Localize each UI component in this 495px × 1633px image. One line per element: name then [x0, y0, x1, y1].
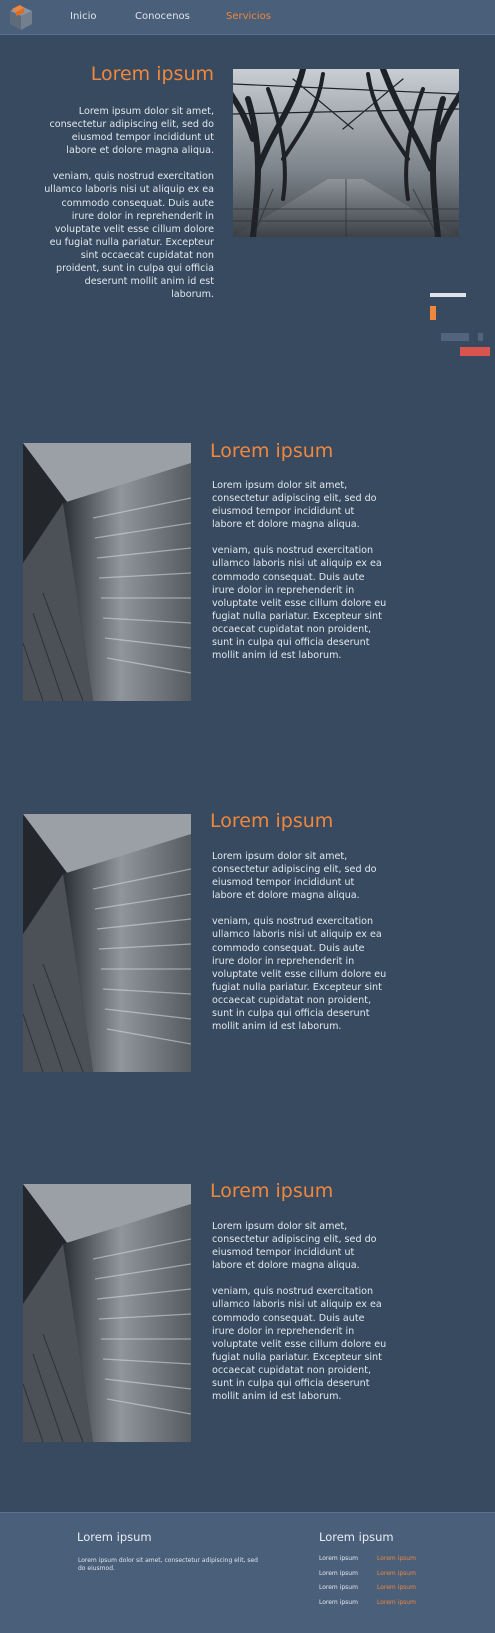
section-image-train: [23, 1184, 191, 1442]
hero-image-tree-path: [233, 69, 459, 237]
hero-paragraph-2: veniam, quis nostrud exercitation ullamc…: [44, 171, 214, 301]
footer-link[interactable]: Lorem ipsum: [319, 1555, 358, 1562]
section-text: Lorem ipsum dolor sit amet, consectetur …: [212, 479, 387, 662]
decorative-bar-white: [430, 293, 466, 297]
footer-right-title: Lorem ipsum: [319, 1530, 394, 1544]
footer-link-accent[interactable]: Lorem ipsum: [377, 1555, 416, 1562]
footer-left-title: Lorem ipsum: [77, 1530, 152, 1544]
section-paragraph-1: Lorem ipsum dolor sit amet, consectetur …: [212, 480, 377, 531]
section-text: Lorem ipsum dolor sit amet, consectetur …: [212, 1220, 387, 1403]
hero-title: Lorem ipsum: [90, 63, 214, 85]
cube-logo-icon[interactable]: [8, 4, 34, 31]
footer-link-accent[interactable]: Lorem ipsum: [377, 1599, 416, 1606]
top-navbar: Inicio Conocenos Servicios: [0, 0, 495, 35]
decorative-bar-slate: [441, 333, 469, 341]
nav-link-inicio[interactable]: Inicio: [70, 11, 96, 22]
section-paragraph-2: veniam, quis nostrud exercitation ullamc…: [212, 545, 387, 662]
decorative-bar-orange: [430, 306, 436, 320]
decorative-bar-slate-small: [478, 333, 483, 341]
footer: Lorem ipsum Lorem ipsum dolor sit amet, …: [0, 1512, 495, 1633]
section-paragraph-1: Lorem ipsum dolor sit amet, consectetur …: [212, 1221, 377, 1272]
section-paragraph-1: Lorem ipsum dolor sit amet, consectetur …: [212, 851, 377, 902]
nav-link-servicios[interactable]: Servicios: [226, 11, 271, 22]
footer-link-accent[interactable]: Lorem ipsum: [377, 1570, 416, 1577]
footer-link[interactable]: Lorem ipsum: [319, 1570, 358, 1577]
section-paragraph-2: veniam, quis nostrud exercitation ullamc…: [212, 1286, 387, 1403]
decorative-bar-red: [460, 347, 490, 356]
section-title: Lorem ipsum: [210, 1180, 334, 1202]
section-title: Lorem ipsum: [210, 440, 334, 462]
section-image-train: [23, 814, 191, 1072]
hero-text: Lorem ipsum dolor sit amet, consectetur …: [40, 105, 214, 301]
hero-paragraph-1: Lorem ipsum dolor sit amet, consectetur …: [49, 106, 214, 157]
section-paragraph-2: veniam, quis nostrud exercitation ullamc…: [212, 916, 387, 1033]
section-image-train: [23, 443, 191, 701]
footer-link[interactable]: Lorem ipsum: [319, 1599, 358, 1606]
footer-link-accent[interactable]: Lorem ipsum: [377, 1584, 416, 1591]
nav-link-conocenos[interactable]: Conocenos: [135, 11, 190, 22]
footer-link[interactable]: Lorem ipsum: [319, 1584, 358, 1591]
section-title: Lorem ipsum: [210, 810, 334, 832]
section-text: Lorem ipsum dolor sit amet, consectetur …: [212, 850, 387, 1033]
footer-left-text: Lorem ipsum dolor sit amet, consectetur …: [78, 1557, 258, 1572]
